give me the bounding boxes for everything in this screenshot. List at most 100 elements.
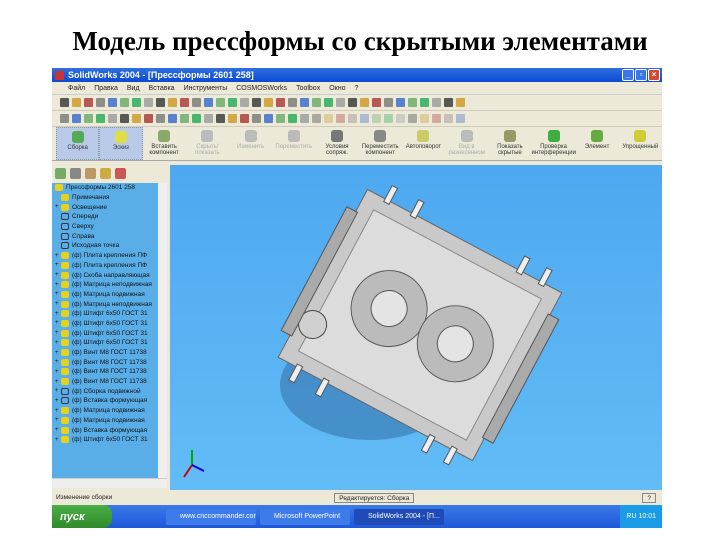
menu-item[interactable]: Окно	[329, 85, 345, 92]
command-button[interactable]: Элемент	[576, 127, 619, 160]
toolbar-button-icon[interactable]	[204, 114, 213, 123]
menu-item[interactable]: Файл	[68, 85, 85, 92]
toolbar-button-icon[interactable]	[300, 114, 309, 123]
menu-item[interactable]: ?	[354, 85, 358, 92]
toolbar-button-icon[interactable]	[120, 98, 129, 107]
toolbar-button-icon[interactable]	[192, 98, 201, 107]
menu-item[interactable]: Инструменты	[184, 85, 228, 92]
tree-item[interactable]: Спереди	[52, 212, 158, 222]
tree-item[interactable]: + (ф) Сборка подвижной	[52, 386, 158, 396]
toolbar-button-icon[interactable]	[204, 98, 213, 107]
toolbar-button-icon[interactable]	[240, 98, 249, 107]
tree-item[interactable]: + (ф) Плита крепления ПФ	[52, 261, 158, 271]
tree-item[interactable]: + (ф) Матрица подвижная	[52, 416, 158, 426]
command-button[interactable]: Упрощенный	[619, 127, 662, 160]
toolbar-button-icon[interactable]	[276, 98, 285, 107]
toolbar-button-icon[interactable]	[144, 98, 153, 107]
taskbar-item[interactable]: www.cnccommander.com	[166, 508, 256, 525]
toolbar-button-icon[interactable]	[360, 98, 369, 107]
tree-item[interactable]: + (ф) Штифт 6x50 ГОСТ 31	[52, 435, 158, 445]
toolbar-button-icon[interactable]	[444, 114, 453, 123]
toolbar-button-icon[interactable]	[192, 114, 201, 123]
toolbar-button-icon[interactable]	[432, 98, 441, 107]
toolbar-button-icon[interactable]	[264, 114, 273, 123]
toolbar-button-icon[interactable]	[252, 114, 261, 123]
toolbar-button-icon[interactable]	[240, 114, 249, 123]
command-button[interactable]: Переместить	[272, 127, 315, 160]
toolbar-button-icon[interactable]	[144, 114, 153, 123]
toolbar-button-icon[interactable]	[384, 114, 393, 123]
command-button[interactable]: Вид в разнесенном	[445, 127, 488, 160]
toolbar-button-icon[interactable]	[216, 98, 225, 107]
toolbar-button-icon[interactable]	[252, 98, 261, 107]
toolbar-button-icon[interactable]	[336, 98, 345, 107]
graphics-viewport[interactable]	[170, 165, 662, 490]
toolbar-button-icon[interactable]	[180, 98, 189, 107]
toolbar-button-icon[interactable]	[228, 114, 237, 123]
tree-item[interactable]: + (ф) Скоба направляющая	[52, 270, 158, 280]
toolbar-button-icon[interactable]	[72, 114, 81, 123]
toolbar-button-icon[interactable]	[324, 98, 333, 107]
toolbar-button-icon[interactable]	[312, 114, 321, 123]
toolbar-button-icon[interactable]	[72, 98, 81, 107]
taskbar-item[interactable]: SolidWorks 2004 - [П...	[354, 508, 444, 525]
tree-item[interactable]: + (ф) Вставка формующая	[52, 425, 158, 435]
toolbar-button-icon[interactable]	[84, 114, 93, 123]
toolbar-button-icon[interactable]	[96, 114, 105, 123]
toolbar-button-icon[interactable]	[264, 98, 273, 107]
toolbar-button-icon[interactable]	[324, 114, 333, 123]
command-button[interactable]: Вставить компонент	[143, 127, 186, 160]
toolbar-button-icon[interactable]	[108, 114, 117, 123]
toolbar-button-icon[interactable]	[132, 114, 141, 123]
toolbar-button-icon[interactable]	[408, 114, 417, 123]
tree-item[interactable]: + (ф) Матрица неподвижная	[52, 299, 158, 309]
toolbar-button-icon[interactable]	[156, 98, 165, 107]
maximize-button[interactable]: ▫	[635, 69, 647, 81]
start-button[interactable]: пуск	[52, 505, 112, 528]
property-tab-icon[interactable]	[70, 168, 81, 179]
config-tab-icon[interactable]	[85, 168, 96, 179]
tree-item[interactable]: + (ф) Матрица подвижная	[52, 290, 158, 300]
tree-item[interactable]: Справа	[52, 231, 158, 241]
tree-root[interactable]: Прессформы 2601 258	[52, 183, 158, 193]
tree-vertical-scrollbar[interactable]	[158, 183, 167, 478]
language-indicator[interactable]: RU	[626, 513, 636, 520]
tree-item[interactable]: + (ф) Винт М8 ГОСТ 11738	[52, 348, 158, 358]
toolbar-button-icon[interactable]	[456, 98, 465, 107]
command-button[interactable]: Переместить компонент	[359, 127, 402, 160]
toolbar-button-icon[interactable]	[384, 98, 393, 107]
tree-item[interactable]: Примечания	[52, 193, 158, 203]
toolbar-button-icon[interactable]	[444, 98, 453, 107]
appearance-tab-icon[interactable]	[115, 168, 126, 179]
toolbar-button-icon[interactable]	[276, 114, 285, 123]
taskbar-item[interactable]: Microsoft PowerPoint	[260, 508, 350, 525]
toolbar-button-icon[interactable]	[120, 114, 129, 123]
toolbar-button-icon[interactable]	[456, 114, 465, 123]
toolbar-button-icon[interactable]	[60, 98, 69, 107]
minimize-button[interactable]: _	[622, 69, 634, 81]
tree-item[interactable]: + (ф) Матрица неподвижная	[52, 280, 158, 290]
feature-tree-tab-icon[interactable]	[55, 168, 66, 179]
menu-item[interactable]: Вид	[127, 85, 140, 92]
toolbar-button-icon[interactable]	[60, 114, 69, 123]
tree-item[interactable]: + (ф) Штифт 6x50 ГОСТ 31	[52, 309, 158, 319]
tree-item[interactable]: + (ф) Матрица подвижная	[52, 406, 158, 416]
toolbar-button-icon[interactable]	[348, 98, 357, 107]
toolbar-button-icon[interactable]	[312, 98, 321, 107]
tree-item[interactable]: + (ф) Вставка формующая	[52, 396, 158, 406]
tree-item[interactable]: Исходная точка	[52, 241, 158, 251]
command-button[interactable]: Скрыть/показать	[186, 127, 229, 160]
toolbar-button-icon[interactable]	[288, 98, 297, 107]
command-button[interactable]: Условия сопряж.	[315, 127, 358, 160]
toolbar-button-icon[interactable]	[300, 98, 309, 107]
tree-item[interactable]: + (ф) Винт М8 ГОСТ 11738	[52, 367, 158, 377]
toolbar-button-icon[interactable]	[372, 114, 381, 123]
toolbar-button-icon[interactable]	[228, 98, 237, 107]
tree-item[interactable]: + (ф) Винт М8 ГОСТ 11738	[52, 377, 158, 387]
menu-item[interactable]: Toolbox	[296, 85, 320, 92]
toolbar-button-icon[interactable]	[168, 98, 177, 107]
toolbar-button-icon[interactable]	[420, 98, 429, 107]
dim-tab-icon[interactable]	[100, 168, 111, 179]
toolbar-button-icon[interactable]	[348, 114, 357, 123]
feature-tree[interactable]: Прессформы 2601 258 Примечания + Освещение С…	[52, 183, 158, 478]
